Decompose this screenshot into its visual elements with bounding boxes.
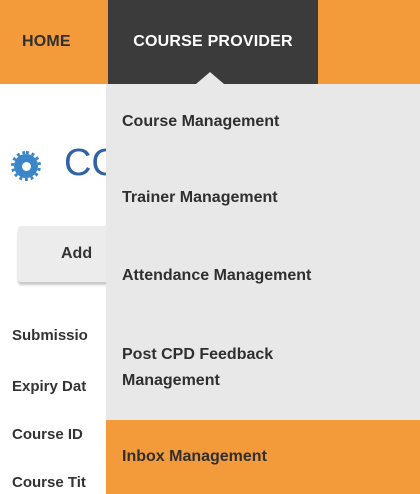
dropdown-caret	[196, 72, 224, 84]
menu-item-inbox-management[interactable]: Inbox Management	[106, 420, 420, 494]
field-label-course-id: Course ID	[12, 426, 83, 443]
field-label-expiry-date: Expiry Dat	[12, 378, 87, 395]
menu-item-course-management[interactable]: Course Management	[106, 84, 420, 160]
nav-home-link[interactable]: HOME	[22, 0, 112, 84]
course-provider-dropdown: Course Management Trainer Management Att…	[106, 84, 420, 494]
menu-item-trainer-management[interactable]: Trainer Management	[106, 160, 420, 236]
field-label-course-title: Course Tit	[12, 474, 86, 491]
menu-item-attendance-management[interactable]: Attendance Management	[106, 236, 420, 316]
field-label-submission: Submissio	[12, 327, 88, 344]
menu-item-post-cpd-feedback-management[interactable]: Post CPD Feedback Management	[106, 316, 420, 420]
gear-icon	[11, 151, 41, 181]
